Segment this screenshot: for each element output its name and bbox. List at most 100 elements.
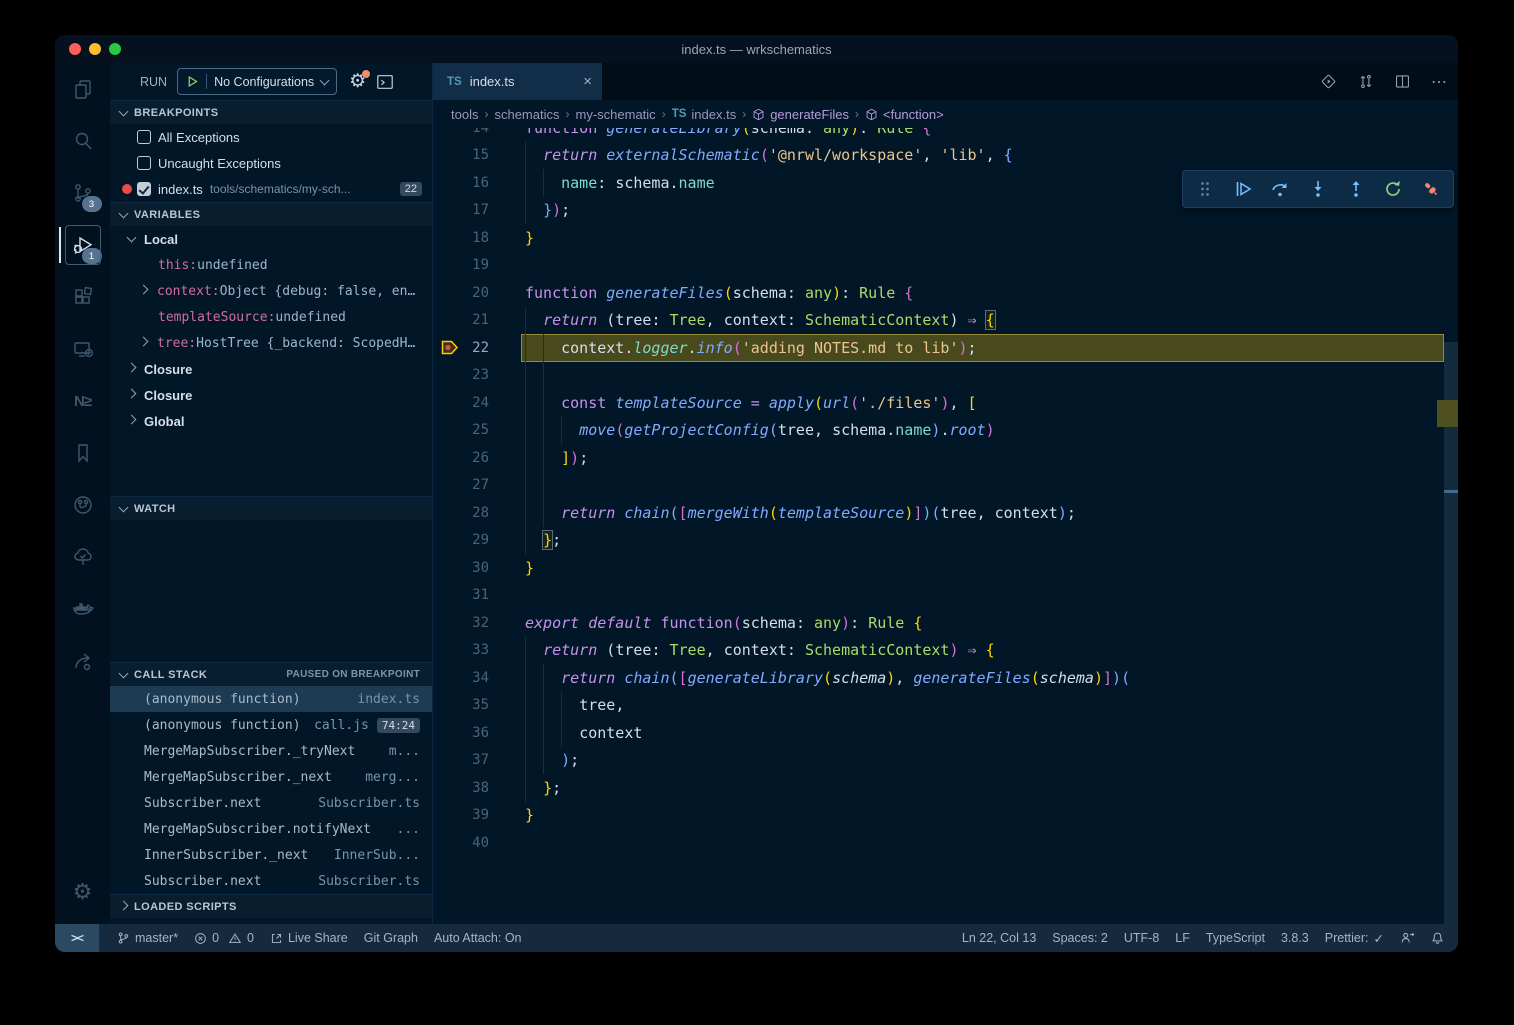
disconnect-icon[interactable]: [1419, 177, 1443, 201]
gutter[interactable]: 27: [433, 472, 525, 500]
gutter[interactable]: 29: [433, 527, 525, 555]
gutter[interactable]: 36: [433, 719, 525, 747]
ts-version-item[interactable]: 3.8.3: [1281, 931, 1309, 945]
run-and-debug-icon[interactable]: 1: [59, 219, 107, 271]
docker-icon[interactable]: [59, 583, 107, 635]
variable-scope-row[interactable]: Closure: [110, 356, 432, 382]
breadcrumb-item[interactable]: <function>: [865, 107, 944, 122]
code-line[interactable]: 21 return (tree: Tree, context: Schemati…: [433, 307, 1458, 335]
breadcrumb-item[interactable]: generateFiles: [752, 107, 849, 122]
gutter[interactable]: 21: [433, 307, 525, 335]
git-branch-item[interactable]: master*: [117, 931, 178, 945]
breakpoint-checkbox[interactable]: [137, 182, 151, 196]
tab-index-ts[interactable]: TS index.ts ×: [433, 63, 602, 100]
call-stack-frame[interactable]: (anonymous function)call.js74:24: [110, 712, 432, 738]
code-line[interactable]: 33 return (tree: Tree, context: Schemati…: [433, 637, 1458, 665]
gutter[interactable]: 15: [433, 142, 525, 170]
gutter[interactable]: 34: [433, 664, 525, 692]
scrollbar-slider[interactable]: [1444, 342, 1458, 924]
git-graph-icon[interactable]: [59, 479, 107, 531]
gutter[interactable]: 37: [433, 747, 525, 775]
breadcrumb-item[interactable]: schematics: [494, 107, 559, 122]
code-lines[interactable]: 14function generateLibrary(schema: any):…: [433, 128, 1458, 857]
bookmarks-icon[interactable]: [59, 427, 107, 479]
gutter[interactable]: 20: [433, 279, 525, 307]
language-mode-item[interactable]: TypeScript: [1206, 931, 1265, 945]
code-line[interactable]: 28 return chain([mergeWith(templateSourc…: [433, 499, 1458, 527]
gutter[interactable]: 30: [433, 554, 525, 582]
code-line[interactable]: 25 move(getProjectConfig(tree, schema.na…: [433, 417, 1458, 445]
breadcrumb-item[interactable]: my-schematic: [576, 107, 656, 122]
variable-scope-row[interactable]: Local: [110, 226, 432, 252]
more-actions-icon[interactable]: ⋯: [1431, 72, 1448, 92]
code-line[interactable]: 32export default function(schema: any): …: [433, 609, 1458, 637]
code-line[interactable]: 15 return externalSchematic('@nrwl/works…: [433, 142, 1458, 170]
breakpoint-row[interactable]: index.tstools/schematics/my-sch...22: [110, 176, 432, 202]
breadcrumb-item[interactable]: tools: [451, 107, 478, 122]
debug-settings-gear-icon[interactable]: ⚙: [349, 72, 366, 91]
breakpoints-section-header[interactable]: BREAKPOINTS: [110, 100, 432, 124]
code-line[interactable]: 29 };: [433, 527, 1458, 555]
source-control-icon[interactable]: 3: [59, 167, 107, 219]
minimize-window-button[interactable]: [89, 43, 101, 55]
watch-section-header[interactable]: WATCH: [110, 496, 432, 520]
gutter[interactable]: 19: [433, 252, 525, 280]
code-line[interactable]: 26 ]);: [433, 444, 1458, 472]
gutter[interactable]: 33: [433, 637, 525, 665]
tab-close-icon[interactable]: ×: [583, 73, 592, 90]
variable-row[interactable]: tree: HostTree {_backend: ScopedH…: [110, 330, 432, 356]
code-line[interactable]: 37 );: [433, 747, 1458, 775]
code-line[interactable]: 19: [433, 252, 1458, 280]
gutter[interactable]: 38: [433, 774, 525, 802]
open-changes-icon[interactable]: [1320, 73, 1337, 90]
code-line[interactable]: 34 return chain([generateLibrary(schema)…: [433, 664, 1458, 692]
code-line[interactable]: 39}: [433, 802, 1458, 830]
gutter[interactable]: 39: [433, 802, 525, 830]
breakpoint-row[interactable]: All Exceptions: [110, 124, 432, 150]
code-line[interactable]: 23: [433, 362, 1458, 390]
gutter[interactable]: 31: [433, 582, 525, 610]
gutter[interactable]: 16: [433, 169, 525, 197]
gutter[interactable]: 32: [433, 609, 525, 637]
remote-indicator[interactable]: ><: [55, 924, 99, 952]
code-line[interactable]: 31: [433, 582, 1458, 610]
step-over-icon[interactable]: [1268, 177, 1292, 201]
breakpoint-row[interactable]: Uncaught Exceptions: [110, 150, 432, 176]
testing-icon[interactable]: [59, 531, 107, 583]
scrollbar[interactable]: [1444, 128, 1458, 924]
launch-configuration-dropdown[interactable]: No Configurations: [177, 68, 337, 95]
continue-icon[interactable]: [1231, 177, 1255, 201]
zoom-window-button[interactable]: [109, 43, 121, 55]
indentation-item[interactable]: Spaces: 2: [1052, 931, 1108, 945]
call-stack-frame[interactable]: MergeMapSubscriber._tryNextm...: [110, 738, 432, 764]
nx-console-icon[interactable]: N≥: [59, 375, 107, 427]
search-icon[interactable]: [59, 115, 107, 167]
gutter[interactable]: 18: [433, 224, 525, 252]
gutter[interactable]: 25: [433, 417, 525, 445]
call-stack-frame[interactable]: MergeMapSubscriber._nextmerg...: [110, 764, 432, 790]
code-line[interactable]: 24 const templateSource = apply(url('./f…: [433, 389, 1458, 417]
call-stack-frame[interactable]: InnerSubscriber._nextInnerSub...: [110, 842, 432, 868]
loaded-scripts-section-header[interactable]: LOADED SCRIPTS: [110, 894, 432, 918]
prettier-item[interactable]: Prettier: ✓: [1325, 931, 1384, 946]
eol-item[interactable]: LF: [1175, 931, 1190, 945]
feedback-icon[interactable]: [1400, 931, 1415, 945]
start-debug-icon[interactable]: [186, 75, 199, 88]
code-line[interactable]: 14function generateLibrary(schema: any):…: [433, 128, 1458, 142]
gutter[interactable]: 35: [433, 692, 525, 720]
debug-toolbar-grip[interactable]: [1193, 177, 1217, 201]
code-line[interactable]: 27: [433, 472, 1458, 500]
variable-scope-row[interactable]: Global: [110, 408, 432, 434]
restart-icon[interactable]: [1381, 177, 1405, 201]
call-stack-frame[interactable]: (anonymous function)index.ts: [110, 686, 432, 712]
code-line[interactable]: 20function generateFiles(schema: any): R…: [433, 279, 1458, 307]
cursor-position-item[interactable]: Ln 22, Col 13: [962, 931, 1036, 945]
step-into-icon[interactable]: [1306, 177, 1330, 201]
gutter[interactable]: 17: [433, 197, 525, 225]
call-stack-frame[interactable]: Subscriber.nextSubscriber.ts: [110, 790, 432, 816]
live-share-item[interactable]: Live Share: [270, 931, 348, 945]
extensions-icon[interactable]: [59, 271, 107, 323]
gutter[interactable]: 26: [433, 444, 525, 472]
code-line[interactable]: 18}: [433, 224, 1458, 252]
code-line[interactable]: 30}: [433, 554, 1458, 582]
